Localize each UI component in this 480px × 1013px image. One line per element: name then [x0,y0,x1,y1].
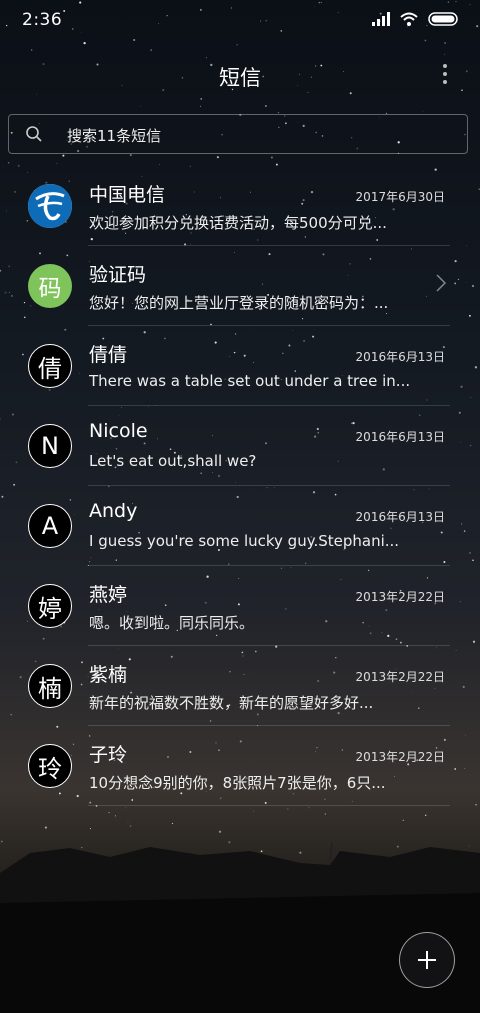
message-date: 2016年6月13日 [355,350,445,364]
message-preview: I guess you're some lucky guy.Stephani..… [89,532,400,550]
conversation-item[interactable]: N Nicole 2016年6月13日 Let's eat out,shall we? [0,406,480,486]
contact-name: 紫楠 [89,664,128,686]
message-preview: Let's eat out,shall we? [89,452,257,470]
search-icon [26,126,42,142]
message-date: 2013年2月22日 [355,590,445,604]
avatar: A [28,504,72,548]
avatar: N [28,424,72,468]
conversation-item[interactable]: 玲子玲 2013年2月22日 10分想念9别的你，8张照片7张是你，6只... [0,726,480,806]
message-date: 2017年6月30日 [355,190,445,204]
avatar: 码 [28,264,72,308]
wifi-icon [400,12,418,26]
message-date: 2016年6月13日 [355,510,445,524]
contact-name: 验证码 [89,264,147,286]
avatar [28,184,72,228]
search-placeholder: 搜索11条短信 [67,127,162,145]
chevron-right-icon [436,274,447,296]
search-input[interactable]: 搜索11条短信 [8,114,468,154]
message-preview: 欢迎参加积分兑换话费活动，每500分可兑... [89,214,387,232]
message-preview: 您好！您的网上营业厅登录的随机密码为：... [89,294,389,312]
battery-icon [428,12,458,26]
app-header: 短信 [0,50,480,100]
conversation-list: 中国电信 2017年6月30日欢迎参加积分兑换话费活动，每500分可兑... 码验证… [0,166,480,806]
contact-name: 子玲 [89,744,128,766]
status-time: 2:36 [22,10,63,30]
message-date: 2013年2月22日 [355,750,445,764]
china-telecom-logo [28,184,72,228]
message-preview: 新年的祝福数不胜数，新年的愿望好多好... [89,694,374,712]
message-date: 2013年2月22日 [355,670,445,684]
conversation-item[interactable]: 中国电信 2017年6月30日欢迎参加积分兑换话费活动，每500分可兑... [0,166,480,246]
conversation-item[interactable]: 楠紫楠 2013年2月22日新年的祝福数不胜数，新年的愿望好多好... [0,646,480,726]
conversation-item[interactable]: 婷燕婷 2013年2月22日嗯。收到啦。同乐同乐。 [0,566,480,646]
signal-icon [372,12,390,26]
contact-name: 燕婷 [89,584,128,606]
more-vertical-icon[interactable] [442,64,448,84]
page-title: 短信 [219,66,261,90]
contact-name: Andy [89,500,138,522]
avatar: 楠 [28,664,72,708]
message-preview: 10分想念9别的你，8张照片7张是你，6只... [89,774,386,792]
status-bar: 2:36 [0,0,480,40]
message-preview: 嗯。收到啦。同乐同乐。 [89,614,255,632]
message-preview: There was a table set out under a tree i… [89,372,409,390]
mountain-silhouette [0,843,480,1013]
avatar: 玲 [28,744,72,788]
contact-name: 倩倩 [89,344,128,366]
avatar: 婷 [28,584,72,628]
contact-name: 中国电信 [89,184,166,206]
conversation-item[interactable]: 倩倩倩 2016年6月13日 There was a table set out u… [0,326,480,406]
compose-button[interactable] [399,932,455,988]
avatar: 倩 [28,344,72,388]
message-date: 2016年6月13日 [355,430,445,444]
divider [88,805,450,806]
conversation-item[interactable]: 码验证码您好！您的网上营业厅登录的随机密码为：... [0,246,480,326]
conversation-item[interactable]: A Andy 2016年6月13日 I guess you're some lucky… [0,486,480,566]
plus-icon [417,950,436,969]
contact-name: Nicole [89,420,148,442]
